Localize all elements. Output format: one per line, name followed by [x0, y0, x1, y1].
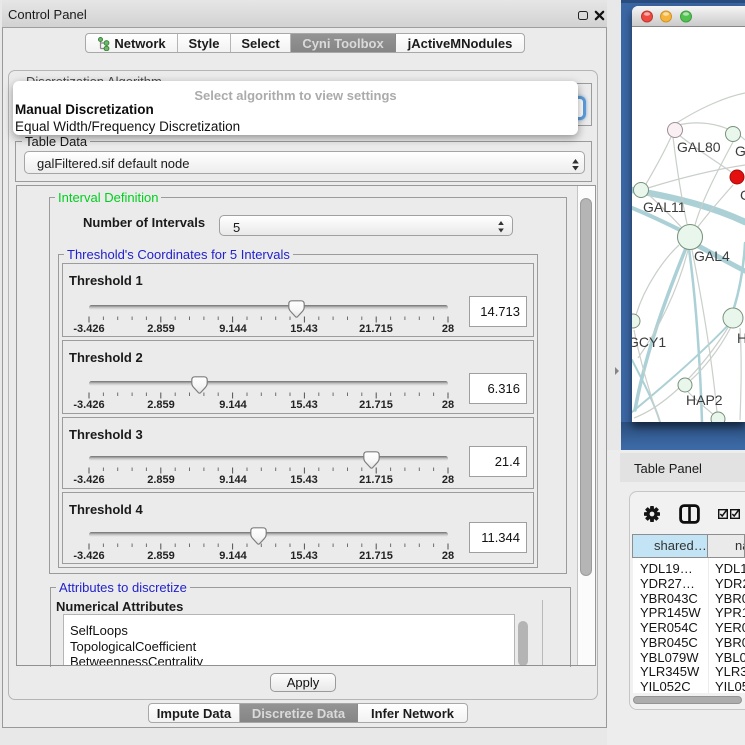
svg-text:HA: HA — [737, 330, 745, 346]
svg-text:GAL11: GAL11 — [643, 199, 686, 215]
svg-text:GAL4: GAL4 — [694, 248, 730, 264]
svg-text:GAL80: GAL80 — [677, 139, 721, 155]
svg-text:CA: CA — [740, 187, 745, 203]
svg-text:HAP2: HAP2 — [686, 392, 723, 408]
svg-text:GCY1: GCY1 — [632, 334, 666, 350]
svg-text:GAL7: GAL7 — [735, 143, 745, 159]
